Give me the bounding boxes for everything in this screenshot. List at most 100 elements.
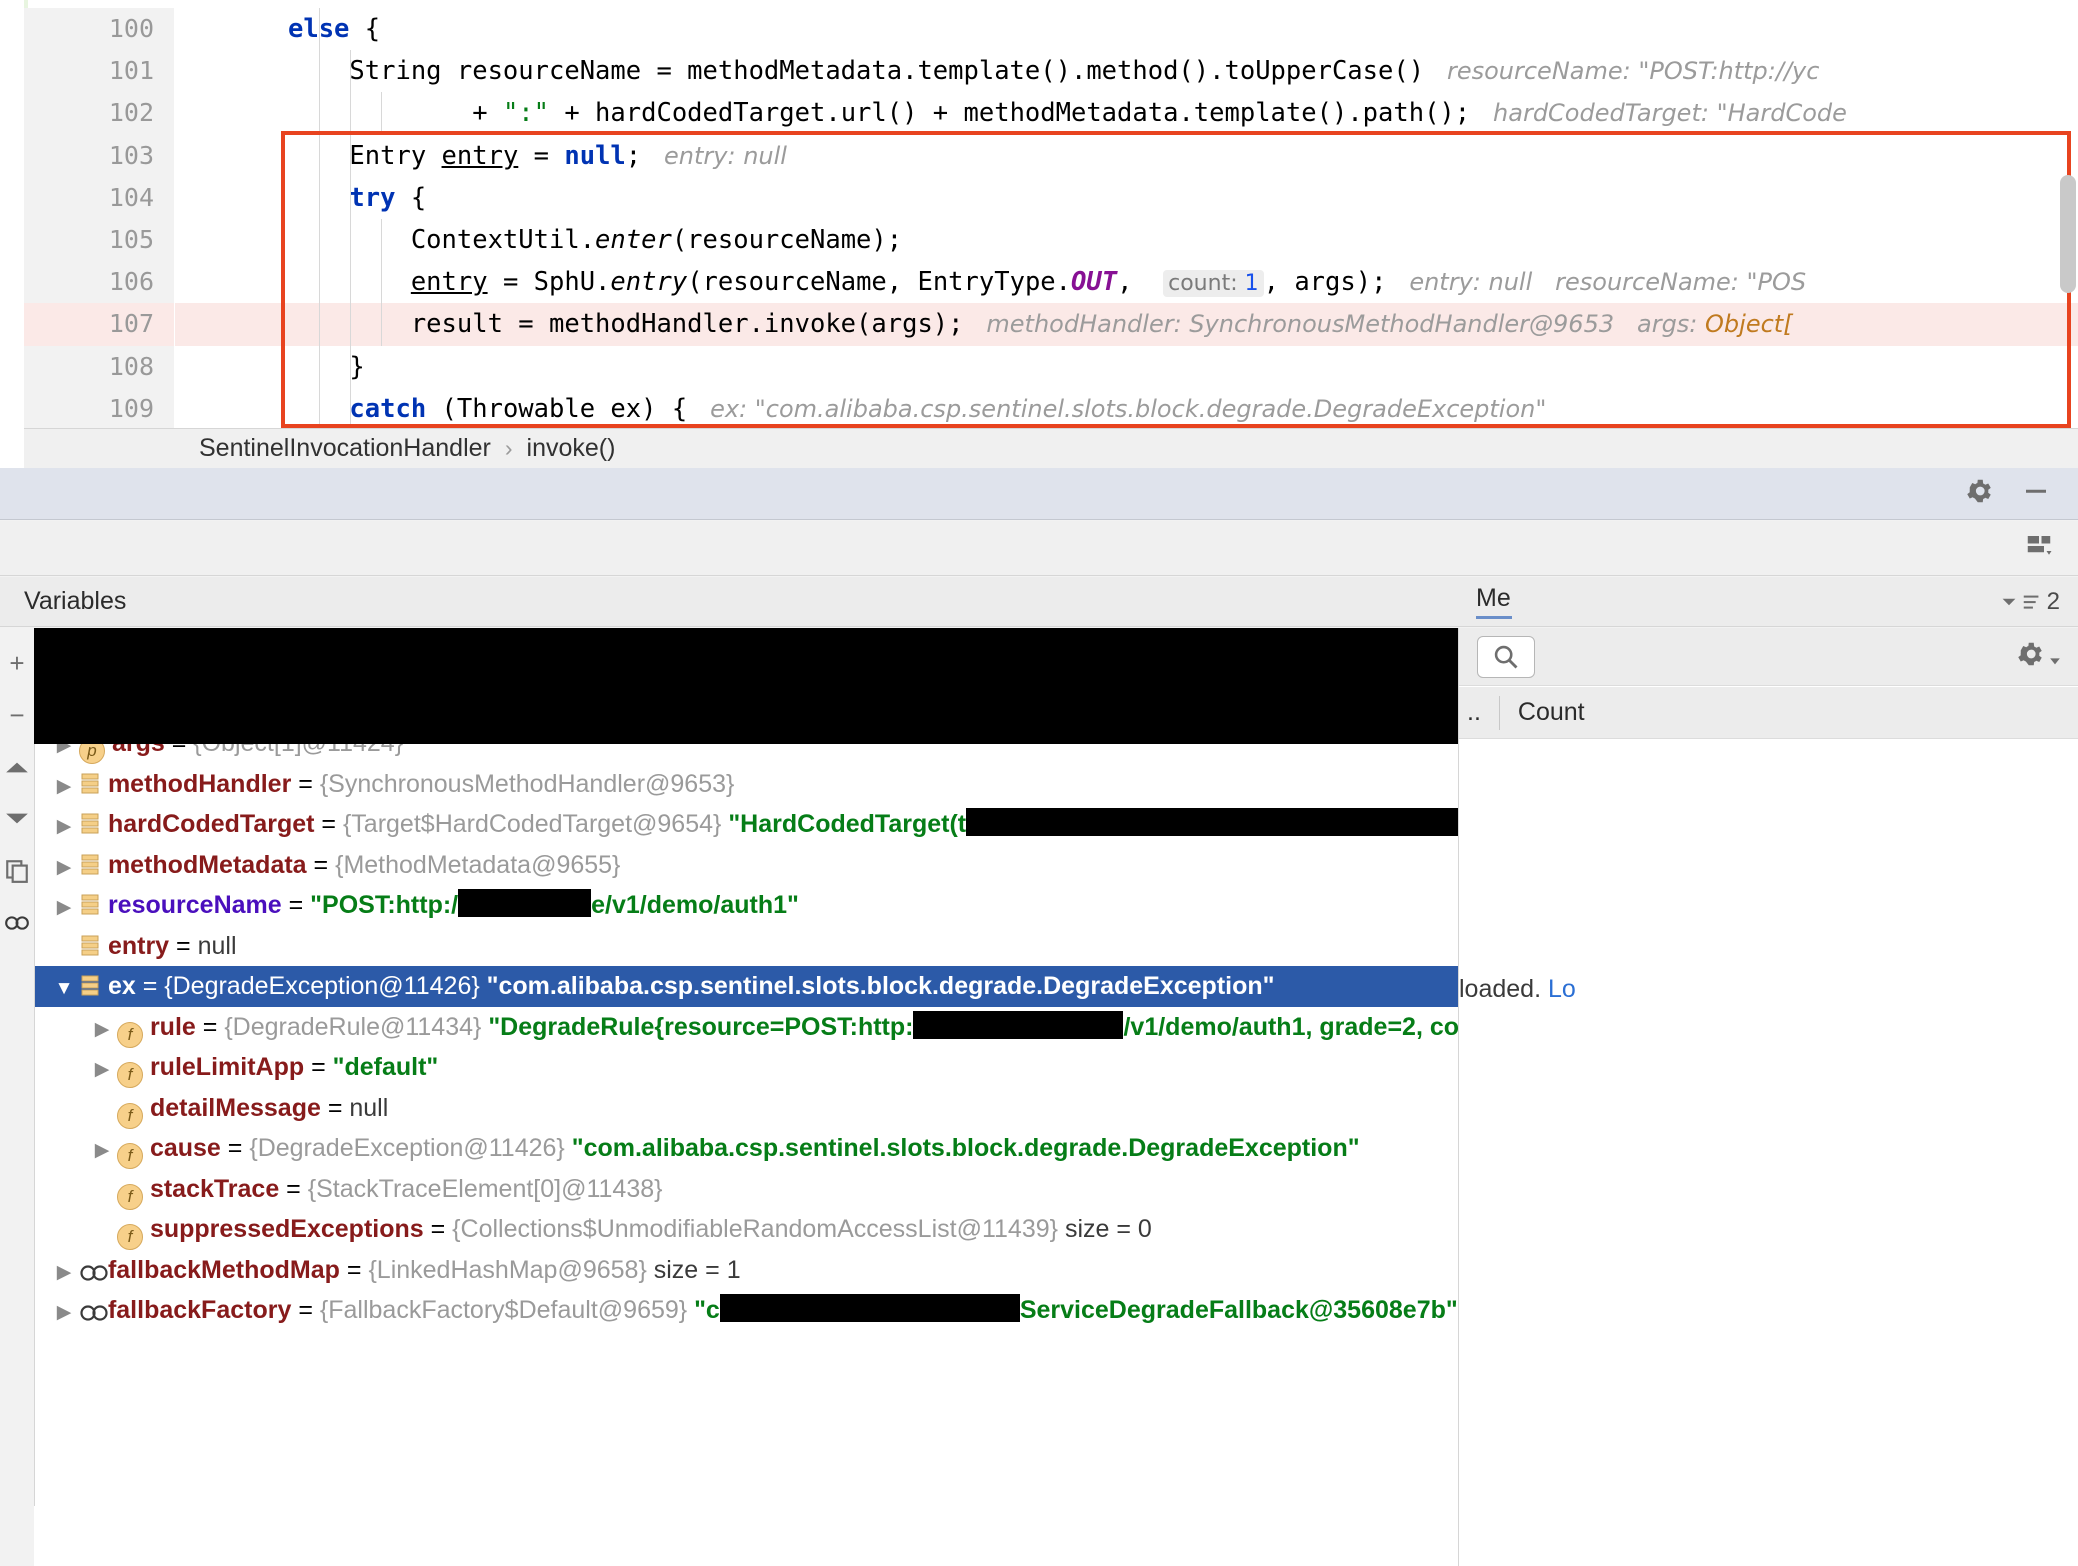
variable-row[interactable]: ▶ hardCodedTarget = {Target$HardCodedTar… [35,804,1458,845]
code-token: + hardCodedTarget.url() + methodMetadata… [549,98,1470,128]
code-line-text[interactable]: + ":" + hardCodedTarget.url() + methodMe… [288,92,2078,134]
expand-collapse-arrow[interactable]: ▶ [87,1172,117,1213]
code-line[interactable]: 101 String resourceName = methodMetadata… [0,50,2078,92]
expand-collapse-arrow[interactable]: ▶ [87,1091,117,1132]
gear-icon[interactable] [1964,476,1994,511]
layout-icon[interactable] [2022,531,2056,566]
memory-table-body[interactable]: loaded. Lo [1459,740,2078,1566]
code-token: entry [610,267,687,297]
fold-gutter[interactable] [175,261,288,303]
minus-icon[interactable]: − [4,702,30,728]
chevron-up-icon[interactable] [4,754,30,780]
fold-gutter[interactable] [175,135,288,177]
variable-row[interactable]: ▶f rule = {DegradeRule@11434} "DegradeRu… [35,1007,1458,1048]
variable-row[interactable]: ▼ ex = {DegradeException@11426} "com.ali… [35,966,1458,1007]
expand-collapse-arrow[interactable]: ▶ [87,1131,117,1172]
sort-badge-count: 2 [2047,588,2060,616]
variable-value: "DegradeRule{resource=POST:http: [488,1013,913,1041]
variable-row[interactable]: ▶ fallbackFactory = {FallbackFactory$Def… [35,1290,1458,1331]
code-line-text[interactable]: entry = SphU.entry(resourceName, EntryTy… [288,261,2078,303]
redaction-block [720,1294,1020,1322]
breadcrumb[interactable]: SentinelInvocationHandler › invoke() [24,428,2078,468]
column-count[interactable]: Count [1518,698,1585,727]
variables-tree[interactable]: ▶p args = {Object[1]@11424} ▶ methodHand… [34,628,1458,1566]
expand-collapse-arrow[interactable]: ▶ [87,1050,117,1091]
editor-vertical-scrollbar[interactable] [2060,175,2076,293]
search-icon[interactable] [1477,636,1535,678]
variable-row[interactable]: ▶f ruleLimitApp = "default" [35,1047,1458,1088]
copy-icon[interactable] [4,858,30,884]
memory-column-header[interactable]: .. Count [1459,687,2078,739]
code-line-text[interactable]: Entry entry = null; entry: null [288,135,2078,177]
variable-row[interactable]: ▶ methodMetadata = {MethodMetadata@9655} [35,845,1458,886]
code-line[interactable]: 102 + ":" + hardCodedTarget.url() + meth… [0,92,2078,134]
column-class-ellipsis: .. [1467,698,1481,727]
variable-row[interactable]: ▶f cause = {DegradeException@11426} "com… [35,1128,1458,1169]
code-line[interactable]: 106 entry = SphU.entry(resourceName, Ent… [0,261,2078,303]
watch-icon[interactable] [4,910,30,936]
sort-options-button[interactable]: 2 [2001,588,2060,616]
code-line[interactable]: 109 catch (Throwable ex) { ex: "com.alib… [0,388,2078,430]
expand-collapse-arrow-open[interactable]: ▼ [49,969,79,1010]
variable-row[interactable]: ▶f stackTrace = {StackTraceElement[0]@11… [35,1169,1458,1210]
fold-gutter[interactable] [175,388,288,430]
code-line[interactable]: 108 } [0,346,2078,388]
fold-gutter[interactable] [175,50,288,92]
variable-row[interactable]: ▶f detailMessage = null [35,1088,1458,1129]
variable-row[interactable]: ▶ entry = null [35,926,1458,967]
debug-tool-window[interactable]: Variables Me 2 + − ▶ [0,468,2078,1566]
code-line-text[interactable]: catch (Throwable ex) { ex: "com.alibaba.… [288,388,2078,430]
code-line-text[interactable]: } [288,346,2078,388]
memory-toolbar[interactable] [1459,628,2078,686]
expand-collapse-arrow[interactable]: ▶ [49,807,79,848]
code-line-text[interactable]: try { [288,177,2078,219]
fold-gutter[interactable] [175,177,288,219]
memory-panel[interactable]: .. Count loaded. Lo [1458,628,2078,1566]
expand-collapse-arrow[interactable]: ▶ [49,888,79,929]
expand-collapse-arrow[interactable]: ▶ [87,1010,117,1051]
variable-row[interactable]: ▶ methodHandler = {SynchronousMethodHand… [35,764,1458,805]
variables-tab-bar[interactable]: Variables [0,577,1458,627]
variable-row[interactable]: ▶ resourceName = "POST:http:/e/v1/demo/a… [35,885,1458,926]
fold-gutter[interactable] [175,92,288,134]
code-line-text[interactable]: else { [288,8,2078,50]
memory-tab-bar[interactable]: Me 2 [1458,577,2078,627]
code-line-text[interactable]: ContextUtil.enter(resourceName); [288,219,2078,261]
indent-guide [319,8,320,50]
expand-collapse-arrow[interactable]: ▶ [49,929,79,970]
gear-icon[interactable] [2015,639,2061,674]
expand-collapse-arrow[interactable]: ▶ [49,848,79,889]
code-line[interactable]: 100else { [0,8,2078,50]
variables-side-toolbar[interactable]: + − [0,628,34,1566]
tab-variables[interactable]: Variables [24,587,126,616]
code-line[interactable]: 104 try { [0,177,2078,219]
variable-name: fallbackMethodMap [108,1256,340,1284]
code-line[interactable]: 103 Entry entry = null; entry: null [0,135,2078,177]
fold-gutter[interactable] [175,346,288,388]
code-line[interactable]: 107 result = methodHandler.invoke(args);… [0,303,2078,345]
inline-value-hint: methodHandler: SynchronousMethodHandler@… [964,310,1706,338]
expand-collapse-arrow[interactable]: ▶ [87,1212,117,1253]
inline-value-hint: entry: null resourceName: "POS [1386,268,1806,296]
fold-gutter[interactable] [175,219,288,261]
variable-row[interactable]: ▶f suppressedExceptions = {Collections$U… [35,1209,1458,1250]
breadcrumb-class[interactable]: SentinelInvocationHandler [199,434,491,463]
variable-row[interactable]: ▶ fallbackMethodMap = {LinkedHashMap@965… [35,1250,1458,1291]
code-line[interactable]: 105 ContextUtil.enter(resourceName); [0,219,2078,261]
code-line-text[interactable]: String resourceName = methodMetadata.tem… [288,50,2078,92]
breadcrumb-method[interactable]: invoke() [527,434,616,463]
expand-collapse-arrow[interactable]: ▶ [49,767,79,808]
expand-collapse-arrow[interactable]: ▶ [49,1293,79,1334]
fold-gutter[interactable] [175,303,288,345]
fold-gutter[interactable] [175,8,288,50]
variable-value: "c [694,1296,720,1324]
code-token: (resourceName, EntryType. [687,267,1071,297]
column-divider[interactable] [1499,696,1500,730]
minimize-icon[interactable] [2020,476,2052,511]
plus-icon[interactable]: + [4,650,30,676]
code-line-text[interactable]: result = methodHandler.invoke(args); met… [288,303,2078,345]
chevron-down-icon[interactable] [4,806,30,832]
console-link[interactable]: Lo [1548,975,1576,1003]
expand-collapse-arrow[interactable]: ▶ [49,1253,79,1294]
tab-memory[interactable]: Me [1476,584,1512,619]
